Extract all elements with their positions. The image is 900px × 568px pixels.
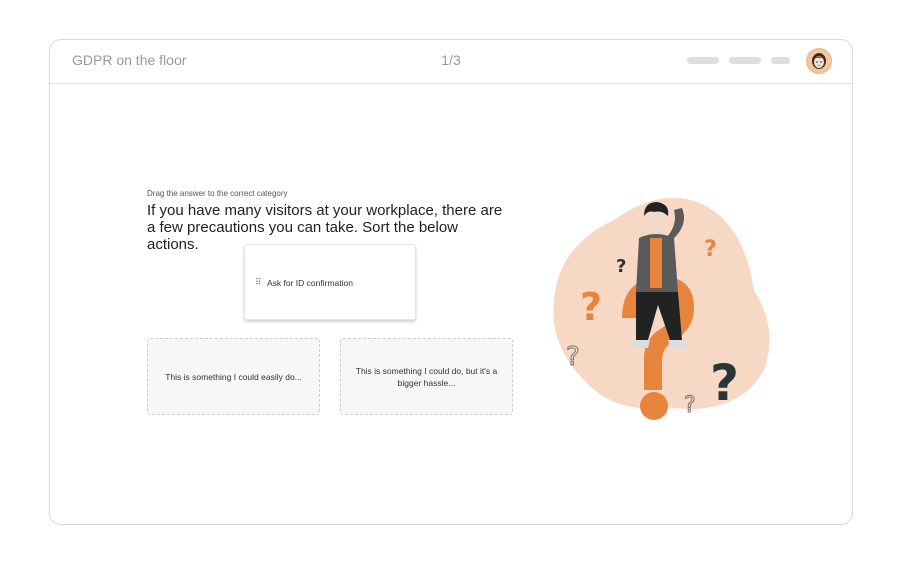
question-illustration: ? ? ? ? ? ?	[553, 197, 770, 420]
question-mark-orange-1: ?	[704, 237, 717, 262]
question-mark-dark-2: ?	[710, 354, 739, 412]
app-window: GDPR on the floor 1/3 Drag the answer to…	[49, 39, 853, 525]
header-menu	[687, 57, 790, 64]
drag-handle-icon[interactable]: ⠿	[255, 277, 262, 288]
question-mark-outline-1: ?	[566, 342, 580, 372]
avatar-face-icon	[812, 53, 826, 69]
menu-pill-2[interactable]	[729, 57, 761, 64]
category-label: This is something I could do, but it's a…	[355, 365, 498, 388]
avatar[interactable]	[806, 48, 832, 74]
menu-pill-1[interactable]	[687, 57, 719, 64]
question-mark-orange-2: ?	[580, 285, 602, 329]
header-bar: GDPR on the floor 1/3	[50, 40, 852, 84]
category-dropzone-easy[interactable]: This is something I could easily do...	[147, 338, 320, 415]
menu-pill-3[interactable]	[771, 57, 790, 64]
question-mark-outline-2: ?	[684, 393, 696, 418]
draggable-answer-card[interactable]: ⠿ Ask for ID confirmation	[244, 244, 416, 320]
answer-label: Ask for ID confirmation	[267, 278, 353, 288]
instruction-text: Drag the answer to the correct category	[147, 189, 288, 198]
question-mark-dark-1: ?	[616, 256, 626, 277]
category-dropzone-hassle[interactable]: This is something I could do, but it's a…	[340, 338, 513, 415]
category-label: This is something I could easily do...	[165, 371, 302, 382]
